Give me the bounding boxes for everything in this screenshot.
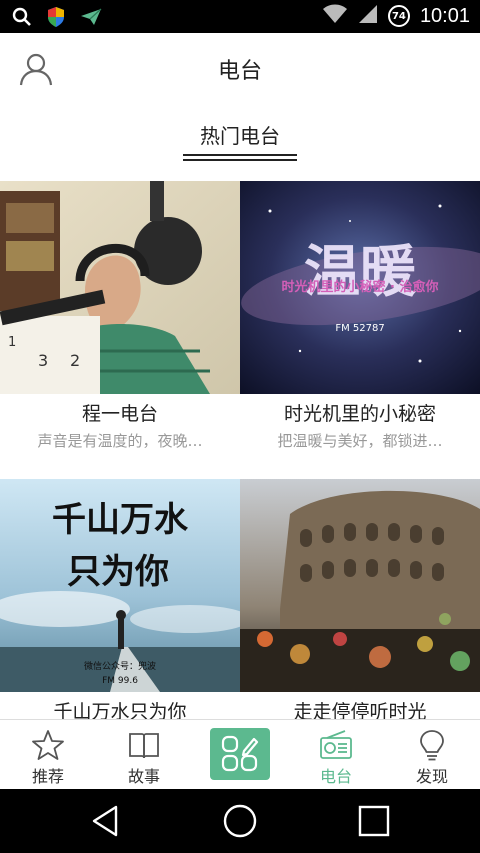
nav-label: 故事 bbox=[127, 767, 160, 786]
section-underline bbox=[183, 154, 297, 156]
status-bar: 74 10:01 bbox=[0, 0, 480, 33]
nav-label: 发现 bbox=[415, 767, 448, 786]
bottom-nav: 推荐 故事 电台 发现 bbox=[0, 719, 480, 789]
wifi-icon bbox=[322, 4, 348, 28]
cover-fm: FM 99.6 bbox=[102, 676, 138, 686]
page-title: 电台 bbox=[217, 59, 262, 84]
bulb-icon bbox=[415, 728, 449, 762]
station-name: 走走停停听时光 bbox=[293, 701, 427, 719]
station-card[interactable]: 温暖 时光机里的小秘密 · 治愈你 FM 52787 时光机里的小秘密 把温暖与… bbox=[240, 181, 480, 479]
station-grid: 1 3 2 程一电台 声音是有温度的，夜晚… 温暖 时光机里的小秘密 · 治愈你… bbox=[0, 181, 480, 719]
battery-icon: 74 bbox=[387, 5, 410, 27]
cover-line-2: 只为你 bbox=[67, 552, 169, 592]
section-tab[interactable]: 热门电台 bbox=[0, 105, 480, 181]
create-button[interactable] bbox=[210, 728, 270, 780]
nav-item-story[interactable]: 故事 bbox=[96, 720, 192, 790]
station-cover: 温暖 时光机里的小秘密 · 治愈你 FM 52787 bbox=[240, 181, 480, 394]
nav-label: 电台 bbox=[319, 767, 352, 786]
section-underline-2 bbox=[183, 159, 297, 161]
book-icon bbox=[127, 728, 161, 762]
svg-text:2: 2 bbox=[70, 351, 80, 370]
grid-pencil-icon bbox=[220, 734, 260, 778]
station-desc: 声音是有温度的，夜晚… bbox=[37, 432, 203, 450]
app-header: 电台 bbox=[0, 33, 480, 105]
cover-fm: FM 52787 bbox=[335, 323, 384, 334]
station-name: 千山万水只为你 bbox=[53, 701, 187, 719]
section-label: 热门电台 bbox=[200, 124, 280, 148]
station-cover: 1 3 2 bbox=[0, 181, 240, 394]
home-icon[interactable] bbox=[222, 803, 258, 839]
radio-icon bbox=[319, 728, 353, 762]
system-nav-bar bbox=[0, 789, 480, 853]
recents-icon[interactable] bbox=[356, 803, 392, 839]
station-cover: 千山万水 只为你 微信公众号：兜波 FM 99.6 bbox=[0, 479, 240, 692]
station-card[interactable]: 千山万水 只为你 微信公众号：兜波 FM 99.6 千山万水只为你 bbox=[0, 479, 240, 719]
star-icon bbox=[31, 728, 65, 762]
search-icon bbox=[12, 7, 32, 31]
cover-sub: 微信公众号：兜波 bbox=[84, 660, 156, 672]
back-icon[interactable] bbox=[88, 803, 124, 839]
nav-item-recommend[interactable]: 推荐 bbox=[0, 720, 96, 790]
station-desc: 把温暖与美好，都锁进… bbox=[277, 432, 443, 450]
station-name: 时光机里的小秘密 bbox=[283, 403, 436, 425]
nav-item-discover[interactable]: 发现 bbox=[384, 720, 480, 790]
svg-text:3: 3 bbox=[38, 351, 48, 370]
station-name: 程一电台 bbox=[81, 403, 158, 425]
shield-icon bbox=[46, 6, 66, 32]
paperplane-icon bbox=[80, 8, 102, 30]
cover-subtitle: 时光机里的小秘密 · 治愈你 bbox=[282, 279, 439, 295]
cover-big-text: 温暖 bbox=[304, 240, 417, 305]
signal-icon bbox=[358, 4, 378, 28]
svg-text:1: 1 bbox=[8, 335, 16, 350]
cover-line-1: 千山万水 bbox=[52, 500, 189, 540]
station-card[interactable]: 1 3 2 程一电台 声音是有温度的，夜晚… bbox=[0, 181, 240, 479]
station-cover bbox=[240, 479, 480, 692]
clock: 10:01 bbox=[419, 4, 470, 27]
station-card[interactable]: 走走停停听时光 bbox=[240, 479, 480, 719]
nav-item-radio[interactable]: 电台 bbox=[288, 720, 384, 790]
nav-label: 推荐 bbox=[31, 767, 64, 786]
